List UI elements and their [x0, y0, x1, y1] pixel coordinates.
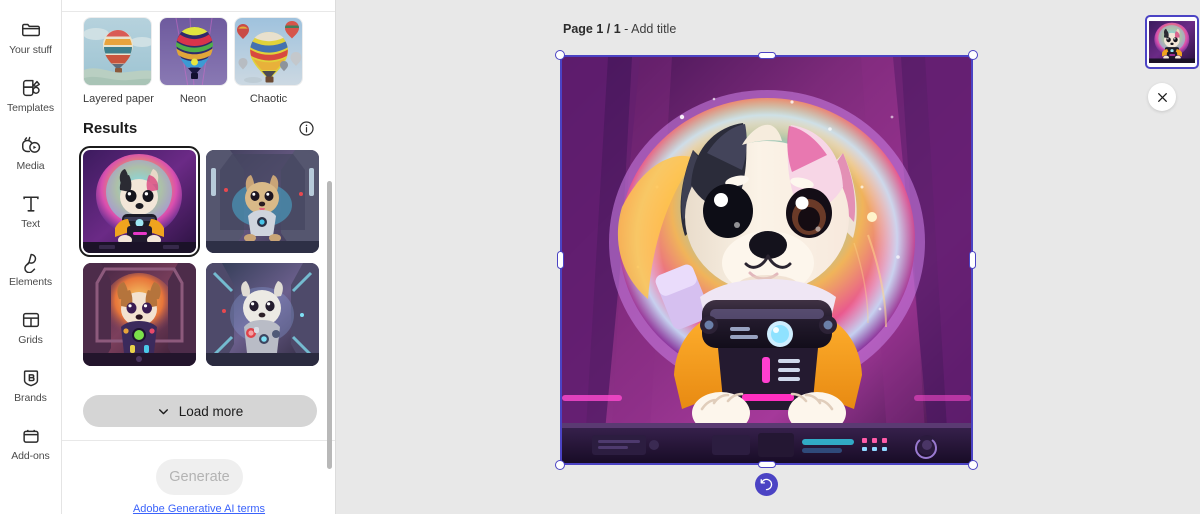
text-icon [20, 193, 42, 215]
style-option-label: Layered paper [83, 93, 154, 105]
load-more-label: Load more [178, 403, 244, 419]
page-thumbnail-1[interactable] [1145, 15, 1199, 69]
load-more-button[interactable]: Load more [83, 395, 317, 427]
resize-handle-bottom-right[interactable] [968, 460, 978, 470]
style-option-chaotic[interactable]: Chaotic [234, 17, 303, 105]
close-button[interactable] [1148, 83, 1176, 111]
style-thumbnail [83, 17, 152, 86]
style-option-neon[interactable]: Neon [158, 17, 228, 105]
style-option-layered-paper[interactable]: Layered paper [83, 17, 154, 105]
resize-handle-top-left[interactable] [555, 50, 565, 60]
panel-top-divider [62, 11, 335, 12]
sidebar-item-templates[interactable]: Templates [0, 66, 62, 124]
generative-ai-terms-link[interactable]: Adobe Generative AI terms [62, 503, 335, 514]
panel-scrollbar[interactable] [327, 181, 332, 469]
folder-icon [20, 19, 42, 41]
resize-handle-top[interactable] [757, 52, 776, 59]
result-thumbnail-3[interactable] [83, 263, 196, 366]
results-grid [79, 146, 319, 366]
style-option-label: Neon [179, 93, 207, 105]
sidebar-item-grids[interactable]: Grids [0, 298, 62, 356]
page-thumbnail-image [1149, 21, 1195, 63]
brands-icon [20, 367, 42, 389]
left-nav-rail: Your stuff Templates Media Text Elements… [0, 0, 62, 514]
refresh-undo-icon [760, 478, 773, 491]
sidebar-item-label: Brands [14, 391, 47, 404]
artwork-image [562, 57, 971, 463]
grids-icon [20, 309, 42, 331]
style-options-row: Layered paper Neon Chaotic [62, 17, 324, 105]
refresh-undo-button[interactable] [755, 473, 778, 496]
addons-icon [20, 425, 42, 447]
media-icon [20, 135, 42, 157]
resize-handle-bottom[interactable] [757, 461, 776, 468]
sidebar-item-brands[interactable]: Brands [0, 356, 62, 414]
elements-icon [20, 251, 42, 273]
results-header: Results [83, 120, 315, 137]
generate-panel: Layered paper Neon Chaotic Results Load … [62, 0, 336, 514]
selected-artwork[interactable] [555, 50, 978, 470]
templates-icon [20, 77, 42, 99]
resize-handle-top-right[interactable] [968, 50, 978, 60]
resize-handle-bottom-left[interactable] [555, 460, 565, 470]
resize-handle-left[interactable] [557, 251, 564, 269]
chevron-down-icon [157, 405, 170, 418]
sidebar-item-add-ons[interactable]: Add-ons [0, 414, 62, 472]
sidebar-item-elements[interactable]: Elements [0, 240, 62, 298]
generate-button[interactable]: Generate [156, 459, 243, 495]
add-title-button[interactable]: Add title [631, 22, 676, 36]
app-root: Your stuff Templates Media Text Elements… [0, 0, 1200, 514]
canvas-area: Page 1 / 1 - Add title [336, 0, 1200, 514]
page-label-separator: - [620, 22, 632, 36]
style-thumbnail [234, 17, 303, 86]
info-icon[interactable] [298, 120, 315, 137]
result-thumbnail-1[interactable] [79, 146, 200, 257]
page-title-bar: Page 1 / 1 - Add title [563, 22, 676, 36]
panel-bottom-divider [62, 440, 335, 441]
page-number: Page 1 / 1 [563, 22, 621, 36]
close-icon [1157, 92, 1167, 102]
style-option-label: Chaotic [249, 93, 288, 105]
style-thumbnail [158, 17, 228, 86]
sidebar-item-label: Your stuff [9, 43, 52, 56]
sidebar-item-label: Add-ons [11, 449, 50, 462]
sidebar-item-your-stuff[interactable]: Your stuff [0, 8, 62, 66]
result-thumbnail-4[interactable] [206, 263, 319, 366]
sidebar-item-media[interactable]: Media [0, 124, 62, 182]
sidebar-item-label: Templates [7, 101, 54, 114]
sidebar-item-label: Grids [18, 333, 43, 346]
sidebar-item-label: Media [16, 159, 45, 172]
sidebar-item-label: Elements [9, 275, 52, 288]
result-thumbnail-2[interactable] [206, 150, 319, 253]
sidebar-item-text[interactable]: Text [0, 182, 62, 240]
resize-handle-right[interactable] [969, 251, 976, 269]
results-title: Results [83, 120, 138, 137]
sidebar-item-label: Text [21, 217, 40, 230]
pages-rail [1110, 0, 1200, 514]
